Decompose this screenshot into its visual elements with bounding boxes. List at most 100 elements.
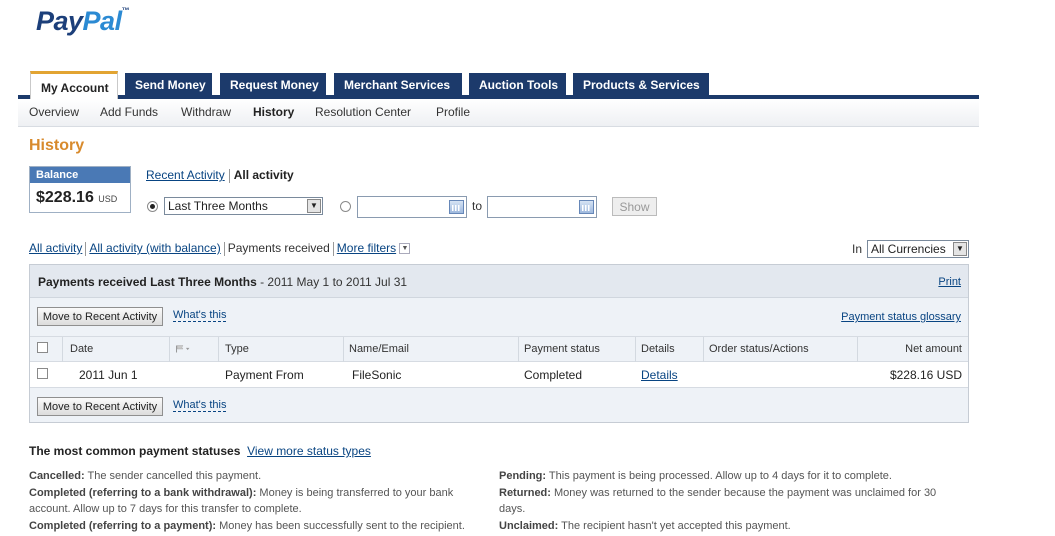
tab-merchant-services[interactable]: Merchant Services <box>334 73 462 95</box>
divider <box>169 337 170 362</box>
recent-activity-link[interactable]: Recent Activity <box>146 168 225 182</box>
chevron-down-icon: ▼ <box>307 199 321 213</box>
range-select[interactable]: Last Three Months ▼ <box>164 197 323 215</box>
payments-received-current: Payments received <box>227 241 330 255</box>
results-header: Payments received Last Three Months - 20… <box>30 265 968 298</box>
tab-request-money[interactable]: Request Money <box>220 73 326 95</box>
divider <box>223 241 225 256</box>
results-title-main: Payments received Last Three Months <box>38 275 257 289</box>
subnav-overview[interactable]: Overview <box>29 105 79 119</box>
status-glossary: The most common payment statuses View mo… <box>29 444 1029 458</box>
divider <box>857 337 858 362</box>
divider <box>218 337 219 362</box>
row-name: FileSonic <box>352 368 402 382</box>
subnav-add-funds[interactable]: Add Funds <box>100 105 158 119</box>
column-date[interactable]: Date <box>70 343 93 355</box>
move-to-recent-button-bottom[interactable]: Move to Recent Activity <box>37 397 163 416</box>
whats-this-link-bottom[interactable]: What's this <box>173 399 227 412</box>
flag-icon[interactable] <box>176 343 190 355</box>
more-filters-link[interactable]: More filters <box>337 241 396 255</box>
view-filter-links: All activity All activity (with balance) P… <box>29 241 411 256</box>
status-desc: Money has been successfully sent to the … <box>216 519 465 532</box>
status-unclaimed: Unclaimed: The recipient hasn't yet acce… <box>499 518 954 535</box>
status-term: Returned: <box>499 486 551 499</box>
table-row[interactable]: 2011 Jun 1 Payment From FileSonic Comple… <box>30 362 968 388</box>
column-type[interactable]: Type <box>225 343 249 355</box>
status-desc: This payment is being processed. Allow u… <box>546 470 892 482</box>
status-term: Unclaimed: <box>499 519 559 532</box>
status-returned: Returned: Money was returned to the send… <box>499 485 954 518</box>
tab-auction-tools[interactable]: Auction Tools <box>469 73 566 95</box>
balance-amount: $228.16 <box>36 189 94 206</box>
column-order-status: Order status/Actions <box>709 343 809 355</box>
divider <box>635 337 636 362</box>
logo-pay: Pay <box>36 6 83 36</box>
range-select-value: Last Three Months <box>168 199 268 213</box>
chevron-down-icon: ▼ <box>953 242 967 256</box>
balance-label: Balance <box>30 167 130 183</box>
logo-pal: Pal <box>82 6 123 36</box>
from-date-input[interactable] <box>357 196 467 218</box>
table-header: Date Type Name/Email Payment status Deta… <box>30 336 968 362</box>
to-date-input[interactable] <box>487 196 597 218</box>
all-activity-current: All activity <box>233 168 294 182</box>
status-column-right: Pending: This payment is being processed… <box>499 468 954 534</box>
divider <box>85 241 87 256</box>
status-term: Cancelled: <box>29 470 85 482</box>
row-net-amount: $228.16 USD <box>889 368 962 382</box>
range-radio[interactable] <box>147 201 158 212</box>
logo-tm: ™ <box>121 6 130 15</box>
view-more-status-link[interactable]: View more status types <box>247 444 371 458</box>
print-link[interactable]: Print <box>938 276 961 288</box>
subnav-history[interactable]: History <box>253 105 294 119</box>
tab-my-account[interactable]: My Account <box>30 71 118 99</box>
tab-send-money[interactable]: Send Money <box>125 73 212 95</box>
custom-range-radio[interactable] <box>340 201 351 212</box>
status-completed-payment: Completed (referring to a payment): Mone… <box>29 518 489 535</box>
subnav-profile[interactable]: Profile <box>436 105 470 119</box>
row-checkbox[interactable] <box>37 368 48 379</box>
all-activity-link[interactable]: All activity <box>29 241 82 255</box>
paypal-logo[interactable]: PayPal™ <box>36 6 130 37</box>
show-button[interactable]: Show <box>612 197 657 216</box>
tab-products-services[interactable]: Products & Services <box>573 73 709 95</box>
currency-select-value: All Currencies <box>871 242 946 256</box>
status-desc: The recipient hasn't yet accepted this p… <box>558 519 791 532</box>
calendar-icon[interactable] <box>449 200 464 214</box>
row-details-link[interactable]: Details <box>641 368 678 382</box>
status-cancelled: Cancelled: The sender cancelled this pay… <box>29 468 489 485</box>
chevron-down-icon[interactable]: ▼ <box>399 243 411 255</box>
divider <box>62 337 63 362</box>
move-to-recent-button[interactable]: Move to Recent Activity <box>37 307 163 326</box>
results-title: Payments received Last Three Months - 20… <box>38 275 407 289</box>
select-all-checkbox[interactable] <box>37 342 48 353</box>
calendar-icon[interactable] <box>579 200 594 214</box>
currency-select[interactable]: All Currencies ▼ <box>867 240 969 258</box>
row-type: Payment From <box>225 368 304 382</box>
page-title: History <box>29 137 85 154</box>
status-term: Completed (referring to a payment): <box>29 519 217 532</box>
status-column-left: Cancelled: The sender cancelled this pay… <box>29 468 489 534</box>
payment-status-glossary-link[interactable]: Payment status glossary <box>841 311 961 323</box>
status-desc: The sender cancelled this payment. <box>84 470 262 482</box>
column-details: Details <box>641 343 675 355</box>
divider <box>332 241 334 256</box>
status-pending: Pending: This payment is being processed… <box>499 468 954 485</box>
currency-label: In <box>852 242 863 256</box>
divider <box>703 337 704 362</box>
main-tabbar: My Account Send Money Request Money Merc… <box>18 71 979 99</box>
whats-this-link[interactable]: What's this <box>173 309 227 322</box>
subnav-withdraw[interactable]: Withdraw <box>181 105 231 119</box>
to-label: to <box>472 199 483 213</box>
column-payment-status[interactable]: Payment status <box>524 343 600 355</box>
results-panel: Payments received Last Three Months - 20… <box>29 264 969 423</box>
activity-switch: Recent Activity All activity <box>146 168 294 183</box>
divider <box>228 168 230 183</box>
all-activity-balance-link[interactable]: All activity (with balance) <box>89 241 220 255</box>
row-status: Completed <box>524 368 583 382</box>
status-glossary-title: The most common payment statuses View mo… <box>29 444 1029 458</box>
column-net-amount[interactable]: Net amount <box>905 343 962 355</box>
subnav-resolution-center[interactable]: Resolution Center <box>315 105 411 119</box>
column-name-email[interactable]: Name/Email <box>349 343 409 355</box>
row-date: 2011 Jun 1 <box>79 368 138 382</box>
